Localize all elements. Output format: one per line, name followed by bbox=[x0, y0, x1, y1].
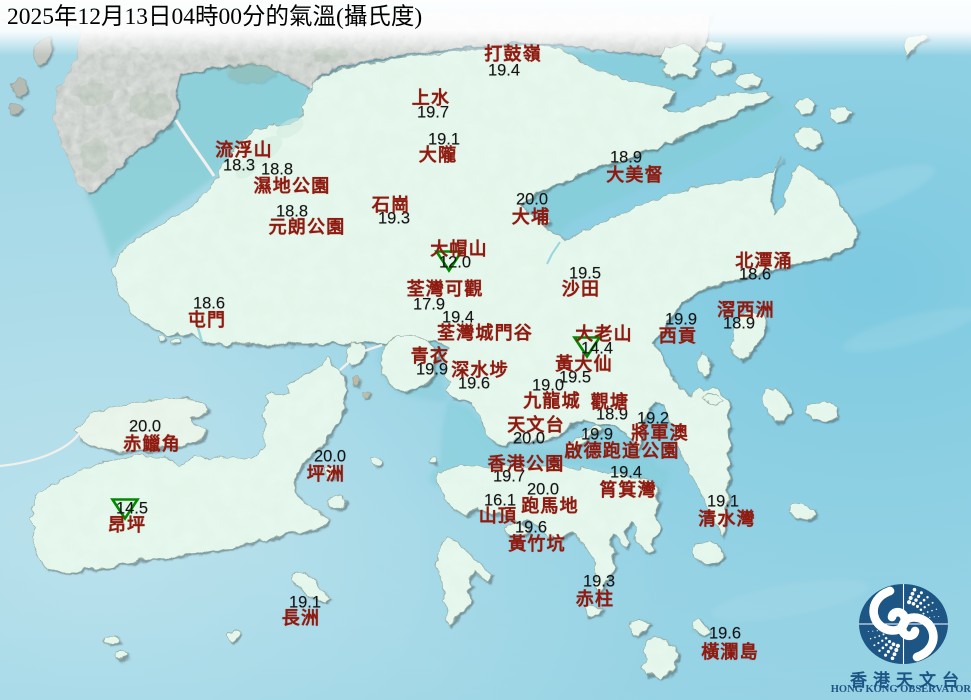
station-name: 元朗公園 bbox=[268, 217, 346, 237]
logo-halftone-dot bbox=[887, 640, 892, 644]
logo-halftone-dot bbox=[922, 598, 926, 602]
logo-halftone-dot bbox=[938, 615, 940, 618]
logo-halftone-dot bbox=[892, 652, 897, 657]
logo-english-name: HONG KONG OBSERVATORY bbox=[830, 684, 971, 695]
weather-map: 2025年12月13日04時00分的氣溫(攝氏度) 19.4 打鼓嶺 19.7 上水 1… bbox=[0, 0, 971, 700]
logo-halftone-dot bbox=[878, 635, 881, 637]
logo-halftone-dot bbox=[873, 644, 876, 647]
logo-halftone-dot bbox=[876, 630, 878, 632]
station-name: 濕地公園 bbox=[253, 176, 331, 196]
logo-halftone-dot bbox=[912, 587, 917, 592]
logo-halftone-dot bbox=[874, 636, 876, 639]
logo-halftone-dot bbox=[884, 637, 888, 640]
logo-halftone-dot bbox=[919, 601, 923, 605]
logo-halftone-dot bbox=[919, 608, 923, 611]
logo-halftone-dot bbox=[926, 611, 929, 613]
logo-halftone-dot bbox=[894, 648, 899, 652]
logo-halftone-dot bbox=[911, 601, 916, 606]
station-name: 大帽山 bbox=[430, 239, 488, 259]
logo-halftone-dot bbox=[884, 643, 888, 647]
logo-halftone-dot bbox=[926, 595, 929, 599]
station-name: 赤柱 bbox=[575, 589, 615, 609]
station-name: 跑馬地 bbox=[521, 496, 579, 516]
logo-halftone-dot bbox=[908, 596, 913, 600]
logo-halftone-dot bbox=[891, 642, 896, 647]
logo-halftone-dot bbox=[914, 598, 918, 602]
logo-halftone-dot bbox=[890, 656, 895, 661]
logo-halftone-dot bbox=[931, 601, 934, 604]
station-name: 橫瀾島 bbox=[701, 642, 759, 662]
station-name: 石崗 bbox=[371, 195, 411, 215]
station-name: 香港公園 bbox=[487, 454, 565, 474]
logo-halftone-dot bbox=[882, 633, 885, 636]
station-name: 荃灣城門谷 bbox=[437, 323, 533, 343]
station-name: 荃灣可觀 bbox=[406, 279, 484, 299]
station-name: 青衣 bbox=[410, 346, 450, 366]
logo-halftone-dot bbox=[867, 630, 869, 633]
logo-halftone-dot bbox=[910, 591, 915, 596]
station-name: 滘西洲 bbox=[717, 300, 775, 320]
logo-halftone-dot bbox=[895, 643, 900, 648]
logo-halftone-dot bbox=[935, 608, 938, 610]
logo-halftone-dot bbox=[923, 606, 926, 609]
station-name: 大埔 bbox=[511, 207, 551, 227]
logo-halftone-dot bbox=[886, 649, 891, 654]
station-name: 打鼓嶺 bbox=[484, 44, 542, 64]
station-name: 赤鱲角 bbox=[123, 434, 181, 454]
logo-halftone-dot bbox=[931, 609, 933, 612]
station-name: 西貢 bbox=[658, 326, 698, 346]
station-name: 沙田 bbox=[561, 279, 601, 299]
station-name: 天文台 bbox=[507, 415, 565, 435]
logo-halftone-dot bbox=[933, 616, 935, 618]
logo-halftone-dot bbox=[877, 642, 880, 645]
station-name: 大隴 bbox=[418, 145, 458, 165]
logo-halftone-dot bbox=[881, 646, 885, 650]
logo-halftone-dot bbox=[884, 653, 888, 657]
station-name: 山頂 bbox=[478, 506, 518, 526]
station-name: 長洲 bbox=[281, 608, 321, 628]
station-name: 深水埗 bbox=[451, 360, 509, 380]
logo-halftone-dot bbox=[881, 629, 883, 631]
station-labels-layer: 19.4 打鼓嶺 19.7 上水 19.1 大隴 18.3 流浮山 18.8 濕地公園 18.9 大美… bbox=[0, 0, 971, 700]
logo-halftone-dot bbox=[915, 604, 920, 608]
logo-halftone-dot bbox=[878, 649, 881, 653]
station-name: 黃大仙 bbox=[555, 354, 613, 374]
station-name: 筲箕灣 bbox=[599, 480, 657, 500]
station-name: 啟德跑道公園 bbox=[564, 441, 680, 461]
station-name: 流浮山 bbox=[215, 140, 273, 160]
logo-halftone-dot bbox=[869, 638, 872, 640]
station-name: 坪洲 bbox=[306, 464, 346, 484]
station-name: 昂坪 bbox=[107, 515, 147, 535]
logo-halftone-dot bbox=[924, 617, 926, 619]
station-name: 黃竹坑 bbox=[508, 534, 566, 554]
logo-halftone-dot bbox=[929, 616, 931, 618]
hko-logo: 香港天文台 HONG KONG OBSERVATORY bbox=[831, 580, 971, 700]
station-name: 九龍城 bbox=[523, 391, 581, 411]
logo-halftone-dot bbox=[927, 603, 930, 606]
logo-halftone-dot bbox=[889, 646, 893, 650]
station-name: 大老山 bbox=[575, 324, 633, 344]
station-name: 大美督 bbox=[606, 165, 664, 185]
logo-halftone-dot bbox=[919, 591, 923, 595]
station-name: 屯門 bbox=[187, 310, 227, 330]
logo-halftone-dot bbox=[916, 594, 921, 599]
station-name: 清水灣 bbox=[698, 509, 756, 529]
logo-halftone-dot bbox=[922, 612, 925, 615]
station-name: 北潭涌 bbox=[735, 251, 793, 271]
logo-halftone-dot bbox=[872, 630, 874, 632]
hko-logo-emblem bbox=[859, 584, 948, 664]
logo-halftone-dot bbox=[881, 639, 884, 642]
logo-halftone-dot bbox=[907, 600, 912, 605]
station-name: 上水 bbox=[411, 88, 451, 108]
station-name: 觀塘 bbox=[590, 392, 630, 412]
